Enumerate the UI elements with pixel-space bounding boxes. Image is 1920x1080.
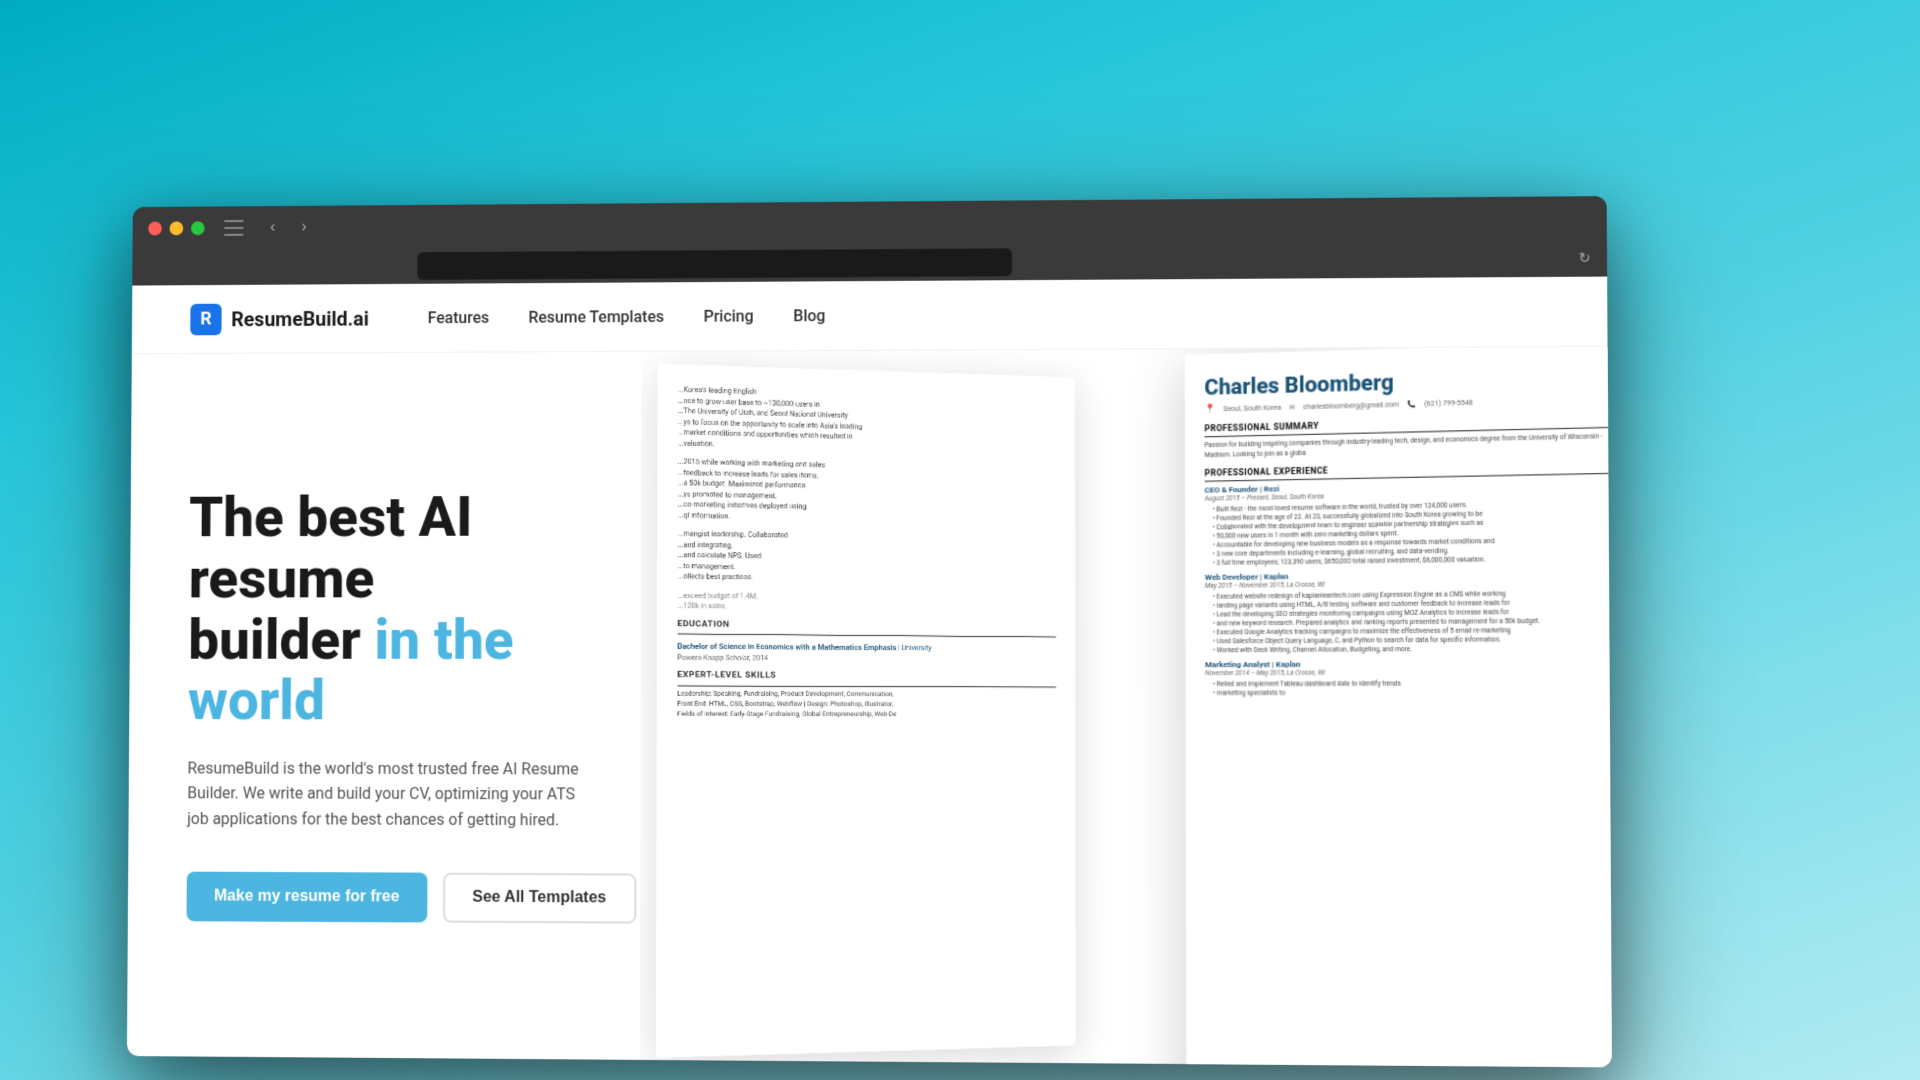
card1-education-title: EDUCATION [677,618,1056,634]
card1-education-header: EDUCATION [677,618,1056,638]
card1-intro-text: ...Korea's leading English ...nce to gro… [678,385,1056,458]
logo-text: ResumeBuild.ai [231,306,369,330]
nav-links: Features Resume Templates Pricing Blog [428,306,826,327]
cta-primary-button[interactable]: Make my resume for free [187,871,428,922]
card2-job2: Web Developer | Kaplan May 2015 – Novemb… [1205,567,1612,653]
bullet: • Worked with Deck Writing, Channel Allo… [1205,643,1612,653]
nav-resume-templates[interactable]: Resume Templates [528,307,664,327]
hero-content: The best AI resume builder in the world … [127,352,642,1060]
logo[interactable]: R ResumeBuild.ai [190,302,369,334]
card2-experience-title: PROFESSIONAL EXPERIENCE [1205,460,1612,479]
hero-description: ResumeBuild is the world's most trusted … [187,755,581,832]
hero-buttons: Make my resume for free See All Template… [187,871,581,923]
reload-button[interactable]: ↻ [1579,251,1591,267]
card1-skills-header: EXPERT-LEVEL SKILLS [677,669,1056,687]
resume-preview-card-1: ...Korea's leading English ...nce to gro… [656,364,1076,1058]
card2-job3: Marketing Analyst | Kaplan November 2014… [1205,658,1612,697]
card2-job1: CEO & Founder | Rezi August 2015 – Prese… [1205,477,1612,566]
website-content: R ResumeBuild.ai Features Resume Templat… [127,277,1612,1068]
cta-secondary-button[interactable]: See All Templates [443,872,636,923]
card2-summary-title: PROFESSIONAL SUMMARY [1204,414,1611,434]
resume-card2-content: Charles Bloomberg 📍 Seoul, South Korea ✉… [1185,347,1612,1067]
close-button[interactable] [148,222,162,236]
card2-job1-bullets: • Built Rezi - the most loved resume sof… [1205,498,1612,567]
card1-skills-title: EXPERT-LEVEL SKILLS [677,669,1056,683]
card1-education-school: Powers-Knapp Scholar, 2014 [677,652,1056,665]
sidebar-toggle-icon[interactable] [224,220,244,236]
browser-chrome: ‹ › ↻ [132,196,1607,285]
card1-lower-text: ...mangist leadership. Collaborated ...a… [678,529,1056,587]
hero-title: The best AI resume builder in the world [188,487,582,732]
nav-blog[interactable]: Blog [793,306,825,325]
bullet: • marketing specialists to [1205,688,1612,697]
nav-pricing[interactable]: Pricing [704,307,754,326]
resume-card1-content: ...Korea's leading English ...nce to gro… [656,364,1076,1058]
hero-title-line1: The best AI resume [189,485,473,612]
address-bar[interactable] [417,248,1012,280]
card1-mid-text: ...2015 while working with marketing and… [678,457,1056,528]
nav-features[interactable]: Features [428,308,489,327]
bullet: • Relied and implement Tableau dashboard… [1205,678,1612,687]
card2-job2-bullets: • Executed website redesign of kaplanlea… [1205,588,1612,654]
traffic-lights [148,221,204,235]
logo-icon: R [190,303,221,335]
resume-preview-area: ...Korea's leading English ...nce to gro… [640,347,1612,1067]
site-navigation: R ResumeBuild.ai Features Resume Templat… [132,277,1608,355]
browser-window: ‹ › ↻ R ResumeBuild.ai Features Resume T… [127,196,1612,1067]
card2-job3-dates: November 2014 – May 2015, La Crosse, WI [1205,667,1612,677]
forward-button[interactable]: › [290,214,317,242]
hero-title-line2: builder [188,607,374,672]
browser-nav-buttons: ‹ › [259,214,318,242]
card1-stats-text: ...exceed budget of 1.4M. ...120k in sal… [677,590,1056,615]
maximize-button[interactable] [191,221,205,235]
resume-preview-card-2: Charles Bloomberg 📍 Seoul, South Korea ✉… [1185,347,1612,1067]
hero-section: The best AI resume builder in the world … [127,347,1612,1067]
back-button[interactable]: ‹ [259,214,286,242]
card2-job3-bullets: • Relied and implement Tableau dashboard… [1205,678,1612,696]
minimize-button[interactable] [170,221,184,235]
card1-skills-content: Leadership: Speaking, Fundraising, Produ… [677,689,1056,719]
